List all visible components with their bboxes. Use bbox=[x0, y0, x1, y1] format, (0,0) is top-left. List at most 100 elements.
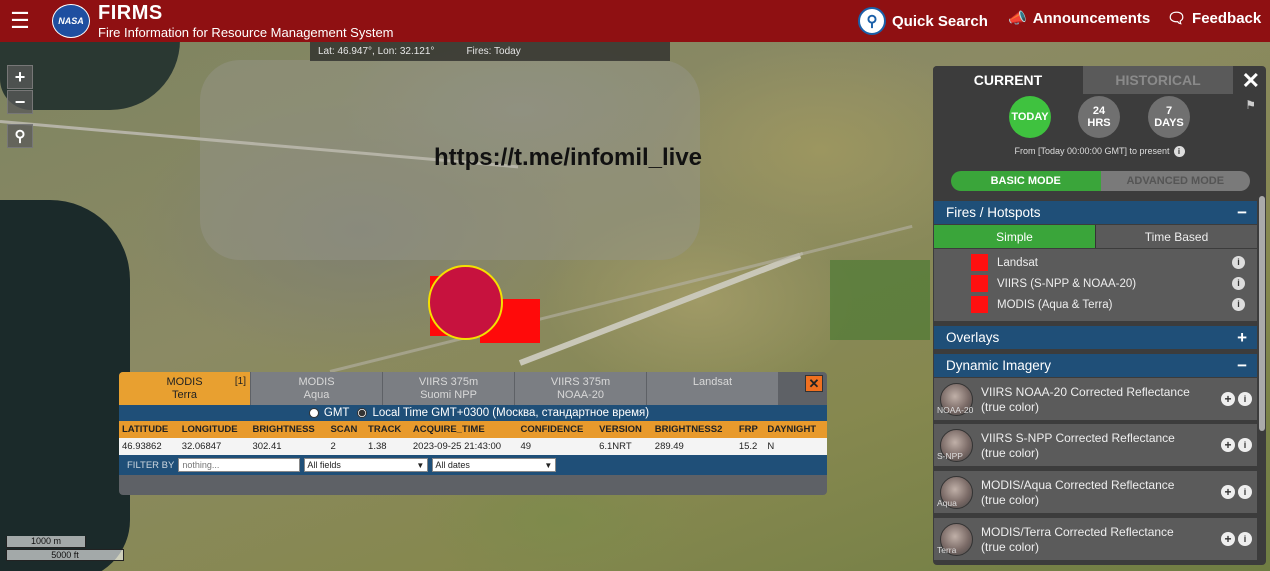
range-7-unit: DAYS bbox=[1154, 117, 1184, 129]
taxiway bbox=[559, 251, 804, 348]
imagery-item[interactable]: Aqua MODIS/Aqua Corrected Reflectance (t… bbox=[934, 471, 1257, 515]
app-title: FIRMS bbox=[98, 2, 163, 24]
info-icon[interactable]: i bbox=[1173, 146, 1185, 157]
chevron-down-icon: ▼ bbox=[416, 460, 425, 470]
gmt-radio[interactable] bbox=[308, 408, 319, 418]
tab-time-based[interactable]: Time Based bbox=[1095, 225, 1257, 248]
fires-hotspots-header[interactable]: Fires / Hotspots − bbox=[934, 201, 1257, 224]
close-icon[interactable]: ✕ bbox=[805, 375, 823, 392]
col-latitude[interactable]: LATITUDE bbox=[119, 421, 179, 438]
layer-label: Landsat bbox=[997, 256, 1038, 269]
layer-landsat[interactable]: Landsat bbox=[971, 254, 1038, 271]
locate-button[interactable]: ⚲ bbox=[7, 124, 33, 148]
tab-label: MODIS bbox=[166, 376, 203, 388]
filter-input[interactable] bbox=[178, 458, 301, 472]
col-daynight[interactable]: DAYNIGHT bbox=[764, 421, 827, 438]
imagery-item[interactable]: Terra MODIS/Terra Corrected Reflectance … bbox=[934, 518, 1257, 562]
gmt-label: GMT bbox=[323, 407, 350, 419]
info-icon[interactable]: i bbox=[1238, 392, 1252, 406]
field-select[interactable]: All fields ▼ bbox=[304, 458, 429, 472]
zoom-out-button[interactable]: − bbox=[7, 90, 33, 114]
map-scale: 1000 m 5000 ft bbox=[6, 536, 124, 564]
scale-imperial: 5000 ft bbox=[6, 549, 124, 561]
cell-latitude: 46.93862 bbox=[119, 438, 179, 455]
cell-scan: 2 bbox=[327, 438, 366, 455]
thumbnail-label: S-NPP bbox=[937, 451, 963, 461]
nasa-logo[interactable]: NASA bbox=[52, 4, 90, 38]
local-time-radio[interactable] bbox=[357, 408, 368, 418]
info-icon[interactable]: i bbox=[1232, 256, 1245, 269]
advanced-mode-button[interactable]: ADVANCED MODE bbox=[1100, 171, 1250, 191]
info-icon[interactable]: i bbox=[1232, 277, 1245, 290]
tab-label: VIIRS 375m bbox=[418, 376, 479, 388]
info-icon[interactable]: i bbox=[1238, 438, 1252, 452]
tab-viirs-suomi[interactable]: VIIRS 375m Suomi NPP bbox=[383, 372, 515, 405]
tab-modis-aqua[interactable]: MODIS Aqua bbox=[251, 372, 383, 405]
layer-modis[interactable]: MODIS (Aqua & Terra) bbox=[971, 296, 1112, 313]
menu-icon[interactable]: ☰ bbox=[4, 5, 36, 37]
col-version[interactable]: VERSION bbox=[596, 421, 652, 438]
basic-mode-button[interactable]: BASIC MODE bbox=[951, 171, 1101, 191]
info-icon[interactable]: i bbox=[1238, 532, 1252, 546]
col-acquire-time[interactable]: ACQUIRE_TIME bbox=[409, 421, 518, 438]
col-track[interactable]: TRACK bbox=[365, 421, 410, 438]
tab-simple[interactable]: Simple bbox=[934, 225, 1095, 248]
imagery-label: VIIRS S-NPP Corrected Reflectance (true … bbox=[981, 431, 1175, 460]
quick-search-label: Quick Search bbox=[892, 12, 988, 30]
col-scan[interactable]: SCAN bbox=[327, 421, 366, 438]
section-title: Dynamic Imagery bbox=[946, 358, 1052, 373]
range-24hrs-button[interactable]: 24 HRS bbox=[1078, 96, 1120, 138]
col-brightness2[interactable]: BRIGHTNESS2 bbox=[651, 421, 736, 438]
section-title: Overlays bbox=[946, 330, 1000, 345]
info-icon[interactable]: i bbox=[1238, 485, 1252, 499]
zoom-in-button[interactable]: + bbox=[7, 65, 33, 89]
col-confidence[interactable]: CONFIDENCE bbox=[517, 421, 597, 438]
col-brightness[interactable]: BRIGHTNESS bbox=[249, 421, 328, 438]
selected-fire-marker[interactable] bbox=[428, 265, 503, 340]
add-icon[interactable]: + bbox=[1221, 392, 1235, 406]
announcements-button[interactable]: 📣 Announcements bbox=[1008, 0, 1150, 36]
tab-label: MODIS bbox=[298, 376, 335, 388]
cell-track: 1.38 bbox=[365, 438, 410, 455]
chevron-down-icon: ▼ bbox=[544, 460, 553, 470]
feedback-button[interactable]: 🗨 Feedback bbox=[1167, 0, 1261, 36]
app-header: ☰ NASA FIRMS Fire Information for Resour… bbox=[0, 0, 1270, 42]
add-icon[interactable]: + bbox=[1221, 485, 1235, 499]
col-frp[interactable]: FRP bbox=[735, 421, 765, 438]
scale-metric: 1000 m bbox=[6, 536, 86, 548]
quick-search-button[interactable]: ⚲ Quick Search bbox=[858, 3, 988, 39]
close-icon[interactable]: ✕ bbox=[1242, 68, 1260, 94]
fire-data-table: LATITUDE LONGITUDE BRIGHTNESS SCAN TRACK… bbox=[119, 421, 827, 455]
range-today-button[interactable]: TODAY bbox=[1009, 96, 1051, 138]
col-longitude[interactable]: LONGITUDE bbox=[178, 421, 250, 438]
overlays-header[interactable]: Overlays + bbox=[934, 326, 1257, 349]
bookmark-icon[interactable]: ⚑ bbox=[1245, 98, 1256, 112]
imagery-item[interactable]: S-NPP VIIRS S-NPP Corrected Reflectance … bbox=[934, 424, 1257, 468]
imagery-item[interactable]: NOAA-20 VIIRS NOAA-20 Corrected Reflecta… bbox=[934, 378, 1257, 422]
tab-modis-terra[interactable]: MODIS Terra [1] bbox=[119, 372, 251, 405]
date-select[interactable]: All dates ▼ bbox=[432, 458, 557, 472]
cell-frp: 15.2 bbox=[735, 438, 765, 455]
cell-brightness: 302.41 bbox=[249, 438, 328, 455]
info-icon[interactable]: i bbox=[1232, 298, 1245, 311]
imagery-label: MODIS/Aqua Corrected Reflectance (true c… bbox=[981, 478, 1175, 507]
collapse-icon[interactable]: − bbox=[1237, 356, 1247, 376]
table-row[interactable]: 46.93862 32.06847 302.41 2 1.38 2023-09-… bbox=[119, 438, 827, 455]
tab-viirs-noaa20[interactable]: VIIRS 375m NOAA-20 bbox=[515, 372, 647, 405]
tab-landsat[interactable]: Landsat bbox=[647, 372, 779, 405]
collapse-icon[interactable]: − bbox=[1237, 203, 1247, 223]
tab-historical[interactable]: HISTORICAL bbox=[1083, 66, 1233, 94]
tab-sublabel: Suomi NPP bbox=[420, 389, 477, 401]
tab-label: Landsat bbox=[692, 376, 733, 388]
table-header-row: LATITUDE LONGITUDE BRIGHTNESS SCAN TRACK… bbox=[119, 421, 827, 438]
expand-icon[interactable]: + bbox=[1237, 328, 1247, 348]
range-7days-button[interactable]: 7 DAYS bbox=[1148, 96, 1190, 138]
field-select-value: All fields bbox=[307, 460, 341, 470]
panel-scrollbar[interactable] bbox=[1259, 196, 1265, 431]
imagery-label: MODIS/Terra Corrected Reflectance (true … bbox=[981, 525, 1174, 554]
layer-viirs[interactable]: VIIRS (S-NPP & NOAA-20) bbox=[971, 275, 1136, 292]
add-icon[interactable]: + bbox=[1221, 438, 1235, 452]
tab-current[interactable]: CURRENT bbox=[933, 66, 1083, 94]
dynamic-imagery-header[interactable]: Dynamic Imagery − bbox=[934, 354, 1257, 377]
add-icon[interactable]: + bbox=[1221, 532, 1235, 546]
